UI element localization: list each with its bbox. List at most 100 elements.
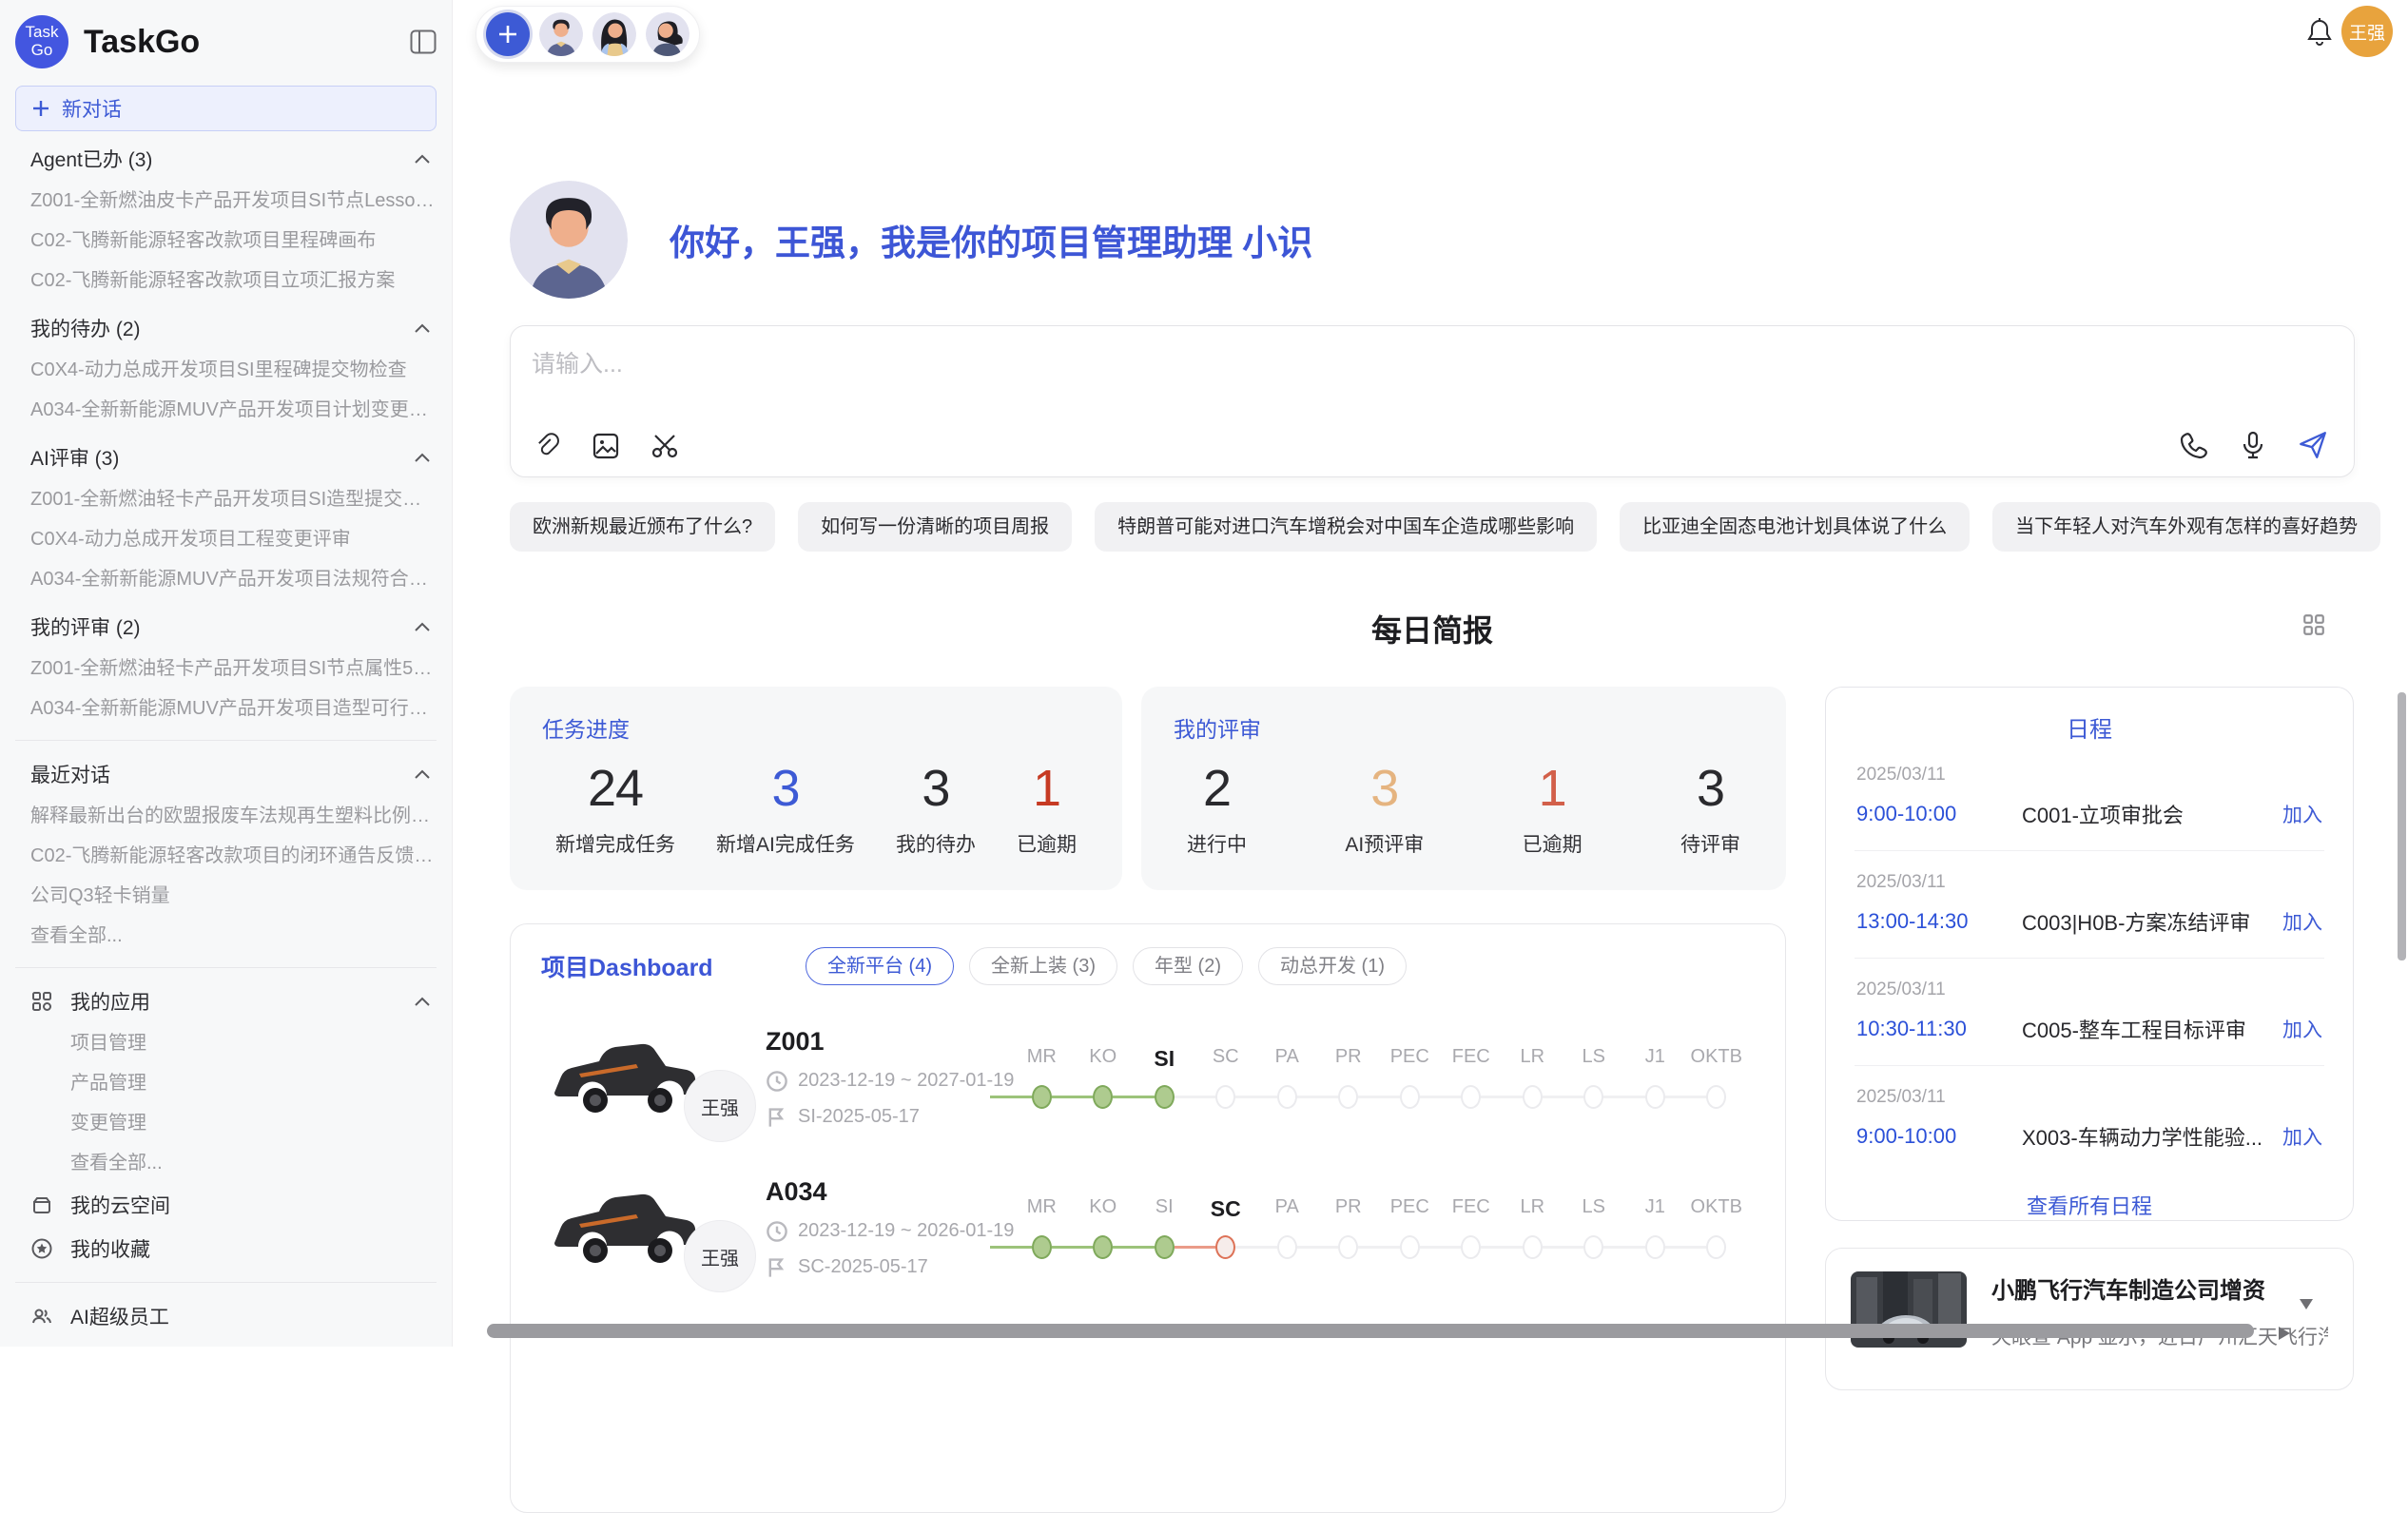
scissors-icon[interactable] [650,431,680,461]
sidebar-conversation-item[interactable]: C0X4-动力总成开发项目工程变更评审 [15,519,437,559]
sidebar-conversation-item[interactable]: 公司Q3轻卡销量 [15,876,437,916]
milestone-node[interactable] [1032,1085,1052,1109]
suggestion-chip[interactable]: 如何写一份清晰的项目周报 [798,502,1072,552]
attachment-icon[interactable] [532,431,562,461]
sidebar-conversation-item[interactable]: 解释最新出台的欧盟报废车法规再生塑料比例被调至15%... [15,796,437,836]
send-icon[interactable] [2297,429,2329,461]
sidebar-section-header[interactable]: 最近对话 [15,752,437,796]
stat-label: 我的待办 [896,829,976,858]
mic-icon[interactable] [2238,430,2268,460]
milestone-node[interactable] [1093,1085,1113,1109]
news-card[interactable]: 小鹏飞行汽车制造公司增资 天眼查 App 显示，近日广州汇天飞行汽... [1825,1248,2354,1390]
milestone-node[interactable] [1706,1235,1726,1259]
user-avatar[interactable]: 王强 [2341,6,2393,57]
sidebar-app-item-view-all[interactable]: 查看全部... [15,1143,437,1183]
view-all-schedule-link[interactable]: 查看所有日程 [1855,1190,2324,1220]
agent-avatar[interactable] [592,12,636,56]
sidebar-section-header[interactable]: AI评审 (3) [15,436,437,479]
milestone-node[interactable] [1155,1235,1175,1259]
chat-input[interactable]: 请输入... [510,325,2355,477]
collapse-sidebar-icon[interactable] [410,29,437,54]
sidebar-item-help-me-write[interactable]: 帮我写作 [15,1338,437,1347]
chevron-up-icon[interactable] [414,996,431,1007]
vertical-scrollbar-thumb[interactable] [2398,692,2406,960]
stat-label: 新增完成任务 [555,829,675,858]
dashboard-filter-tab[interactable]: 年型 (2) [1133,947,1243,985]
agent-avatar[interactable] [646,12,689,56]
sidebar-view-all-conversations[interactable]: 查看全部... [15,916,437,956]
chevron-up-icon[interactable] [414,322,431,334]
sidebar-item-cloud-space[interactable]: 我的云空间 [15,1183,437,1227]
suggestion-chip[interactable]: 特朗普可能对进口汽车增税会对中国车企造成哪些影响 [1095,502,1597,552]
milestone-node[interactable] [1277,1085,1297,1109]
sidebar-conversation-item[interactable]: C02-飞腾新能源轻客改款项目的闭环通告反馈情况 [15,836,437,876]
sidebar-conversation-item[interactable]: C02-飞腾新能源轻客改款项目立项汇报方案 [15,261,437,301]
milestone-node[interactable] [1645,1235,1665,1259]
sidebar-item-ai-super-staff[interactable]: AI超级员工 [15,1294,437,1338]
milestone-node[interactable] [1215,1085,1235,1109]
chevron-up-icon[interactable] [414,153,431,165]
new-chat-button[interactable]: 新对话 [15,86,437,131]
join-button[interactable]: 加入 [2282,1122,2322,1151]
notifications-bell-icon[interactable] [2305,17,2334,48]
phone-icon[interactable] [2179,430,2209,460]
sidebar-conversation-item[interactable]: C02-飞腾新能源轻客改款项目里程碑画布 [15,221,437,261]
stat-label: 新增AI完成任务 [716,829,855,858]
sidebar-item-my-apps[interactable]: 我的应用 [15,980,437,1023]
sidebar-app-item[interactable]: 产品管理 [15,1063,437,1103]
sidebar-conversation-item[interactable]: A034-全新新能源MUV产品开发项目造型可行性评审 [15,689,437,728]
dashboard-filter-tab[interactable]: 全新上装 (3) [969,947,1117,985]
scroll-right-arrow[interactable] [2279,1327,2290,1340]
join-button[interactable]: 加入 [2282,907,2322,936]
project-row[interactable]: 王强 Z001 2023-12-19 ~ 2027-01-19 SI-2025-… [541,1019,1755,1135]
milestone-node[interactable] [1461,1235,1481,1259]
milestone-node[interactable] [1583,1085,1603,1109]
sidebar-section-header[interactable]: 我的待办 (2) [15,306,437,350]
sidebar-app-item[interactable]: 变更管理 [15,1103,437,1143]
layout-grid-icon[interactable] [2301,612,2326,637]
milestone-node[interactable] [1093,1235,1113,1259]
milestone-node[interactable] [1400,1085,1420,1109]
join-button[interactable]: 加入 [2282,800,2322,828]
sidebar-conversation-item[interactable]: C0X4-动力总成开发项目SI里程碑提交物检查 [15,350,437,390]
sidebar-item-favorites[interactable]: 我的收藏 [15,1227,437,1271]
project-row[interactable]: 王强 A034 2023-12-19 ~ 2026-01-19 SC-2025-… [541,1170,1755,1286]
milestone-node[interactable] [1583,1235,1603,1259]
chevron-up-icon[interactable] [414,768,431,780]
sidebar-section-header[interactable]: Agent已办 (3) [15,137,437,181]
agent-avatar[interactable] [539,12,583,56]
dashboard-filter-tab[interactable]: 全新平台 (4) [806,947,954,985]
suggestion-chip[interactable]: 当下年轻人对汽车外观有怎样的喜好趋势 [1992,502,2380,552]
add-agent-button[interactable] [486,12,530,56]
project-milestone-date: SC-2025-05-17 [798,1256,928,1278]
sidebar-conversation-item[interactable]: A034-全新新能源MUV产品开发项目计划变更表编写 [15,390,437,430]
sidebar-conversation-item[interactable]: A034-全新新能源MUV产品开发项目法规符合性评审 [15,559,437,599]
milestone-node[interactable] [1277,1235,1297,1259]
chevron-up-icon[interactable] [414,452,431,463]
milestone-node[interactable] [1338,1085,1358,1109]
milestone-node[interactable] [1400,1235,1420,1259]
milestone-node[interactable] [1032,1235,1052,1259]
milestone-node[interactable] [1523,1085,1543,1109]
milestone-node[interactable] [1338,1235,1358,1259]
suggestion-chip[interactable]: 比亚迪全固态电池计划具体说了什么 [1620,502,1970,552]
chevron-up-icon[interactable] [414,621,431,632]
milestone-node[interactable] [1461,1085,1481,1109]
join-button[interactable]: 加入 [2282,1015,2322,1043]
sidebar-conversation-item[interactable]: Z001-全新燃油轻卡产品开发项目SI节点属性5D文件评审 [15,649,437,689]
sidebar-conversation-item[interactable]: Z001-全新燃油轻卡产品开发项目SI造型提交物评审 [15,479,437,519]
horizontal-scrollbar-thumb[interactable] [487,1324,2254,1338]
sidebar-section-header[interactable]: 我的评审 (2) [15,605,437,649]
milestone-node[interactable] [1523,1235,1543,1259]
milestone-node[interactable] [1155,1085,1175,1109]
milestone-node[interactable] [1215,1235,1235,1259]
dashboard-filter-tab[interactable]: 动总开发 (1) [1258,947,1407,985]
scroll-down-arrow[interactable] [2300,1299,2313,1309]
milestone-node[interactable] [1645,1085,1665,1109]
sidebar-conversation-item[interactable]: Z001-全新燃油皮卡产品开发项目SI节点Lesson Learn报告 [15,181,437,221]
sidebar-app-item[interactable]: 项目管理 [15,1023,437,1063]
milestone-node[interactable] [1706,1085,1726,1109]
image-icon[interactable] [591,431,621,461]
sidebar-section-title: 我的待办 (2) [30,314,141,342]
suggestion-chip[interactable]: 欧洲新规最近颁布了什么? [510,502,775,552]
